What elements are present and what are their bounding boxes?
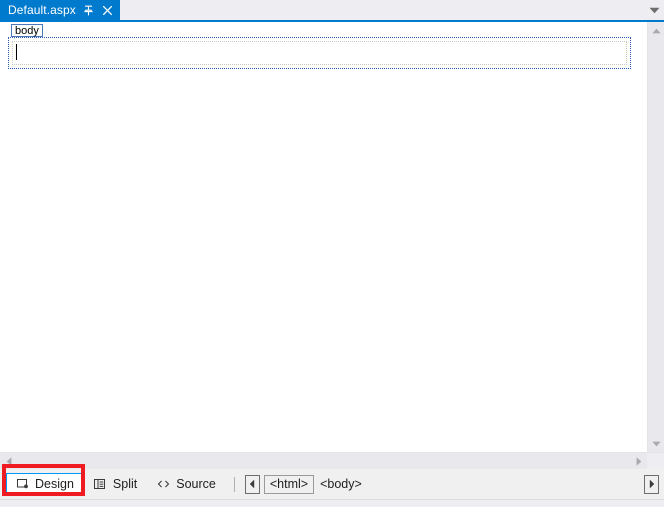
breadcrumb-item-label: <body> xyxy=(320,477,362,491)
viewbar-separator xyxy=(233,476,235,492)
tab-strip: Default.aspx xyxy=(0,0,664,20)
text-caret xyxy=(16,44,17,60)
pin-icon[interactable] xyxy=(83,3,95,17)
vertical-scrollbar[interactable] xyxy=(647,22,664,452)
triangle-up-icon[interactable] xyxy=(648,22,664,39)
source-view-label: Source xyxy=(176,477,216,491)
breadcrumb-item-html[interactable]: <html> xyxy=(263,474,315,494)
split-view-label: Split xyxy=(112,477,138,491)
horizontal-scrollbar[interactable] xyxy=(0,452,664,469)
horizontal-scrollbar-track[interactable] xyxy=(17,453,630,469)
design-surface[interactable]: body xyxy=(0,22,647,452)
design-view-label: Design xyxy=(35,477,74,491)
form-element-region[interactable] xyxy=(12,41,627,65)
window-bottom-edge xyxy=(0,499,664,507)
split-view-button[interactable]: Split xyxy=(84,473,147,495)
scrollbar-corner xyxy=(647,453,664,469)
source-view-button[interactable]: Source xyxy=(147,473,226,495)
selected-tag-label[interactable]: body xyxy=(11,24,43,37)
body-element-region[interactable] xyxy=(8,37,631,69)
split-view-icon xyxy=(94,478,107,491)
breadcrumb-item-label: <html> xyxy=(269,477,309,491)
triangle-right-icon[interactable] xyxy=(630,453,647,469)
breadcrumb-scroll-right-button[interactable] xyxy=(644,474,659,494)
tag-navigator-breadcrumb: <html> <body> xyxy=(244,473,368,495)
view-mode-bar: Design Split Source <html> <body> xyxy=(0,469,664,499)
triangle-down-icon[interactable] xyxy=(648,435,664,452)
triangle-left-icon[interactable] xyxy=(0,453,17,469)
breadcrumb-item-body[interactable]: <body> xyxy=(314,475,368,494)
design-view-button[interactable]: Design xyxy=(6,473,84,495)
vertical-scrollbar-track[interactable] xyxy=(648,39,664,435)
tab-default-aspx[interactable]: Default.aspx xyxy=(0,0,120,20)
close-icon[interactable] xyxy=(102,3,114,17)
chevron-down-icon[interactable] xyxy=(644,0,664,20)
tab-strip-empty-space xyxy=(119,0,644,20)
designer-area: body xyxy=(0,22,664,452)
source-view-icon xyxy=(157,478,170,491)
tab-title: Default.aspx xyxy=(8,3,76,17)
breadcrumb-scroll-left-button[interactable] xyxy=(244,474,260,494)
designer-window: Default.aspx body Design Split Source <h… xyxy=(0,0,664,507)
design-view-icon xyxy=(16,478,29,491)
